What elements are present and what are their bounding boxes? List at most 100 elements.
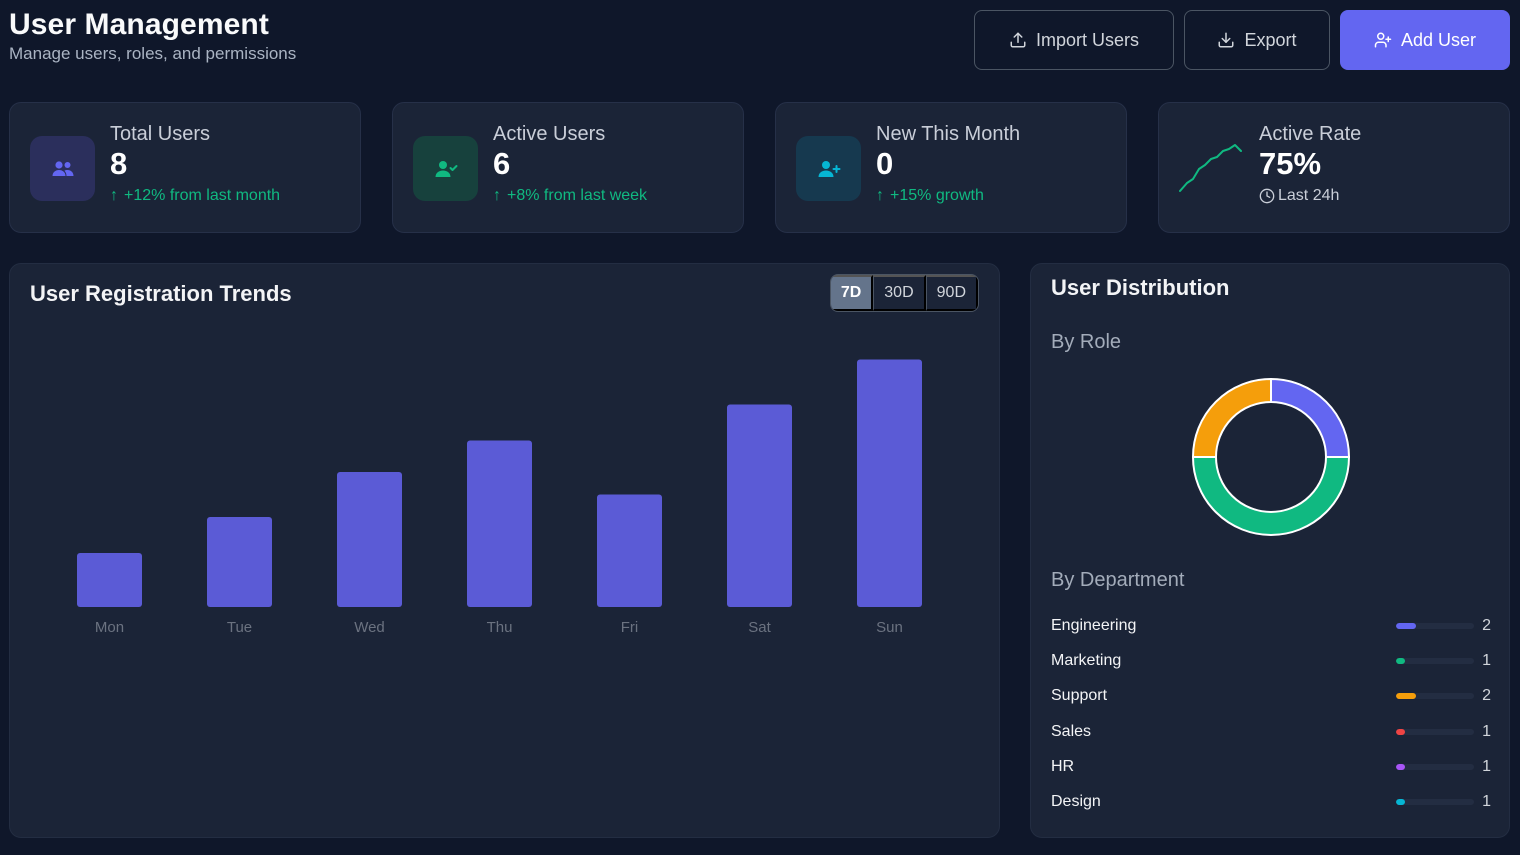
user-distribution-panel: User Distribution By Role By Department … [1030, 263, 1510, 838]
user-plus-icon [1374, 32, 1392, 48]
arrow-up-icon: ↑ [110, 187, 118, 204]
add-user-label: Add User [1400, 29, 1477, 50]
department-bar [1396, 657, 1474, 664]
department-bar [1396, 693, 1474, 700]
department-name: Marketing [1051, 651, 1122, 669]
stat-body: Active Rate 75% Last 24h [1259, 123, 1361, 205]
stat-label: Total Users [110, 123, 211, 145]
stat-trend-text: +12% from last month [124, 187, 281, 204]
stat-trend: ↑ +8% from last week [493, 187, 647, 205]
user-check-icon [435, 160, 457, 177]
stat-label: Active Rate [1259, 123, 1362, 145]
department-row: Design 1 [1051, 784, 1491, 819]
department-bar-fill [1396, 622, 1416, 629]
department-bar-fill [1396, 657, 1406, 664]
department-name: Sales [1051, 722, 1092, 740]
department-bar-fill [1396, 693, 1416, 700]
bar-thu [467, 440, 532, 607]
department-count: 1 [1482, 722, 1491, 740]
department-bar [1396, 799, 1474, 806]
registration-trends-panel: User Registration Trends 7D 30D 90D Mon T… [9, 263, 1000, 838]
stat-card-new-this-month: New This Month 0 ↑ +15% growth [775, 102, 1127, 233]
x-tick-label: Sat [748, 619, 771, 636]
user-plus-icon [818, 160, 840, 177]
bar-tue [207, 517, 272, 607]
bar-sat [727, 404, 792, 607]
user-check-icon-badge [413, 136, 478, 201]
stat-trend: Last 24h [1259, 187, 1361, 205]
stat-label: New This Month [876, 123, 1021, 145]
sparkline-icon [1179, 144, 1242, 192]
stat-trend-text: +15% growth [890, 187, 984, 204]
panel-title: User Distribution [1051, 275, 1230, 300]
donut-slice [1270, 377, 1351, 458]
donut-slice [1191, 377, 1272, 458]
stat-card-total-users: Total Users 8 ↑ +12% from last month [9, 102, 361, 233]
stat-trend-text: +8% from last week [507, 187, 648, 204]
arrow-up-icon: ↑ [493, 187, 501, 204]
x-tick-label: Tue [227, 619, 252, 636]
department-list: Engineering 2 Marketing 1 Support 2 Sales 1 HR 1 D… [1051, 608, 1491, 820]
stat-value: 75% [1259, 146, 1322, 181]
bar-mon [77, 553, 142, 607]
bar-fri [597, 494, 662, 607]
header-actions: Import Users Export Add User [974, 10, 1510, 70]
x-tick-label: Sun [876, 619, 903, 636]
department-count: 2 [1482, 687, 1491, 705]
department-name: HR [1051, 757, 1075, 775]
stat-card-active-users: Active Users 6 ↑ +8% from last week [392, 102, 744, 233]
department-row: Marketing 1 [1051, 643, 1491, 678]
arrow-up-icon: ↑ [876, 187, 884, 204]
stat-value: 0 [876, 146, 894, 181]
department-name: Engineering [1051, 616, 1137, 634]
stat-trend-text: Last 24h [1278, 187, 1340, 204]
department-bar [1396, 763, 1474, 770]
department-count: 1 [1482, 651, 1491, 669]
donut-slice [1191, 456, 1351, 536]
department-name: Support [1051, 687, 1108, 705]
by-department-label: By Department [1051, 569, 1185, 591]
export-button[interactable]: Export [1184, 10, 1330, 70]
import-users-button[interactable]: Import Users [974, 10, 1174, 70]
department-bar [1396, 622, 1474, 629]
registration-bar-chart: Mon Tue Wed Thu Fri Sat Sun [77, 359, 922, 636]
department-bar-fill [1396, 728, 1406, 735]
department-bar [1396, 728, 1474, 735]
users-icon-badge [30, 136, 95, 201]
stat-card-active-rate: Active Rate 75% Last 24h [1158, 102, 1510, 233]
stat-value: 8 [110, 146, 128, 181]
stat-label: Active Users [493, 123, 606, 145]
department-row: Sales 1 [1051, 714, 1491, 749]
x-tick-label: Fri [621, 619, 639, 636]
stat-body: New This Month 0 ↑ +15% growth [876, 123, 1020, 205]
bar-sun [857, 359, 922, 607]
stat-body: Total Users 8 ↑ +12% from last month [110, 123, 280, 205]
page-header: User Management Manage users, roles, and… [9, 8, 296, 64]
department-name: Design [1051, 793, 1101, 811]
stats-row: Total Users 8 ↑ +12% from last month Act… [9, 102, 1510, 233]
department-row: Engineering 2 [1051, 608, 1491, 643]
user-plus-icon-badge [796, 136, 861, 201]
add-user-button[interactable]: Add User [1340, 10, 1510, 70]
x-tick-label: Wed [354, 619, 385, 636]
page-subtitle: Manage users, roles, and permissions [9, 44, 297, 63]
department-bar-fill [1396, 799, 1406, 806]
stat-trend: ↑ +12% from last month [110, 187, 280, 205]
import-users-label: Import Users [1035, 29, 1140, 50]
upload-icon [1010, 32, 1026, 48]
stat-trend: ↑ +15% growth [876, 187, 1020, 205]
x-tick-label: Mon [95, 619, 124, 636]
stat-body: Active Users 6 ↑ +8% from last week [493, 123, 647, 205]
bar-wed [337, 472, 402, 607]
department-count: 2 [1482, 616, 1491, 634]
export-label: Export [1244, 29, 1297, 50]
department-count: 1 [1482, 757, 1491, 775]
stat-value: 6 [493, 146, 511, 181]
by-role-label: By Role [1051, 331, 1122, 353]
page-title: User Management [9, 8, 269, 41]
users-icon [52, 160, 73, 176]
department-count: 1 [1482, 793, 1491, 811]
role-donut-chart [1191, 377, 1351, 536]
department-row: Support 2 [1051, 679, 1491, 714]
download-icon [1218, 32, 1234, 48]
